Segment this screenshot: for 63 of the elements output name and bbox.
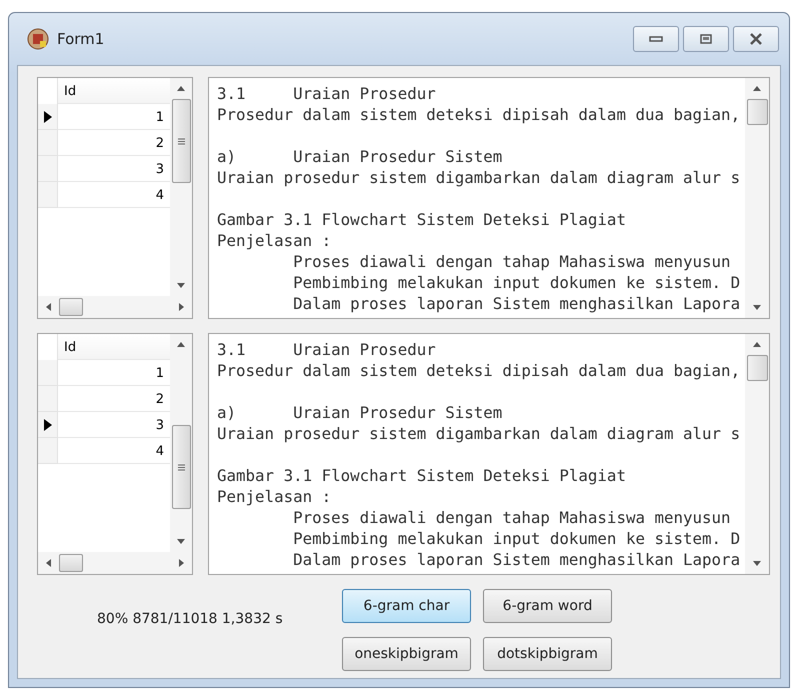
text-line: Prosedur dalam sistem deteksi dipisah dalam dua bagian, — [217, 105, 740, 124]
action-button[interactable]: dotskipbigram — [483, 637, 612, 671]
scroll-up-icon[interactable] — [753, 86, 761, 91]
text-line: Proses diawali dengan tahap Mahasiswa menyusun — [292, 252, 731, 271]
window-title: Form1 — [57, 30, 104, 48]
text-line: Gambar 3.1 Flowchart Sistem Deteksi Plagiat — [217, 210, 626, 229]
maximize-button[interactable] — [683, 26, 729, 52]
scroll-down-icon[interactable] — [177, 283, 185, 288]
current-row-icon — [44, 110, 52, 122]
scroll-up-icon[interactable] — [177, 86, 185, 91]
close-icon — [749, 33, 763, 45]
text-line: Proses diawali dengan tahap Mahasiswa menyusun — [292, 508, 731, 527]
grip-icon — [178, 138, 184, 144]
vertical-scrollbar[interactable] — [170, 78, 192, 296]
action-button[interactable]: 6-gram char — [342, 589, 471, 623]
current-row-icon — [44, 418, 52, 430]
action-button[interactable]: 6-gram word — [483, 589, 612, 623]
scroll-thumb[interactable] — [746, 355, 768, 381]
scroll-left-icon[interactable] — [46, 303, 51, 311]
close-button[interactable] — [733, 26, 779, 52]
text-line: 3.1 Uraian Prosedur — [217, 340, 436, 359]
text-line: Uraian prosedur sistem digambarkan dalam diagram alur s — [217, 168, 740, 187]
scroll-thumb[interactable] — [746, 99, 768, 125]
scroll-down-icon[interactable] — [753, 561, 761, 566]
row-selector[interactable] — [38, 412, 58, 438]
minimize-button[interactable] — [633, 26, 679, 52]
scroll-thumb[interactable] — [59, 554, 83, 572]
text-line: a) Uraian Prosedur Sistem — [217, 147, 502, 166]
scroll-up-icon[interactable] — [753, 342, 761, 347]
status-text: 80% 8781/11018 1,3832 s — [97, 611, 284, 627]
scroll-down-icon[interactable] — [177, 539, 185, 544]
action-button[interactable]: oneskipbigram — [342, 637, 471, 671]
text-line: 3.1 Uraian Prosedur — [217, 84, 436, 103]
vertical-scrollbar[interactable] — [745, 78, 769, 318]
scroll-up-icon[interactable] — [177, 342, 185, 347]
scroll-down-icon[interactable] — [753, 305, 761, 310]
text-line: Dalam proses laporan Sistem menghasilkan Lapora — [292, 550, 740, 569]
vertical-scrollbar[interactable] — [745, 334, 769, 574]
grip-icon — [178, 464, 184, 470]
minimize-icon — [649, 35, 663, 43]
scroll-right-icon[interactable] — [179, 303, 184, 311]
scroll-thumb[interactable] — [172, 99, 190, 183]
scroll-thumb[interactable] — [59, 298, 83, 316]
text-line: a) Uraian Prosedur Sistem — [217, 403, 502, 422]
app-icon — [27, 28, 49, 50]
row-selector[interactable] — [38, 104, 58, 130]
horizontal-scrollbar[interactable] — [38, 552, 192, 574]
horizontal-scrollbar[interactable] — [38, 296, 192, 318]
text-line: Prosedur dalam sistem deteksi dipisah dalam dua bagian, — [217, 361, 740, 380]
text-area[interactable] — [208, 77, 770, 319]
scroll-right-icon[interactable] — [179, 559, 184, 567]
scroll-left-icon[interactable] — [46, 559, 51, 567]
text-line: Uraian prosedur sistem digambarkan dalam diagram alur s — [217, 424, 740, 443]
text-line: Pembimbing melakukan input dokumen ke sistem. D — [292, 273, 740, 292]
vertical-scrollbar[interactable] — [170, 334, 192, 552]
text-line: Gambar 3.1 Flowchart Sistem Deteksi Plagiat — [217, 466, 626, 485]
text-line: Pembimbing melakukan input dokumen ke sistem. D — [292, 529, 740, 548]
scroll-thumb[interactable] — [172, 425, 190, 509]
text-line: Dalam proses laporan Sistem menghasilkan Lapora — [292, 294, 740, 313]
text-area[interactable] — [208, 333, 770, 575]
text-line: Penjelasan : — [217, 487, 332, 506]
text-line: Penjelasan : — [217, 231, 332, 250]
maximize-icon — [699, 33, 713, 45]
